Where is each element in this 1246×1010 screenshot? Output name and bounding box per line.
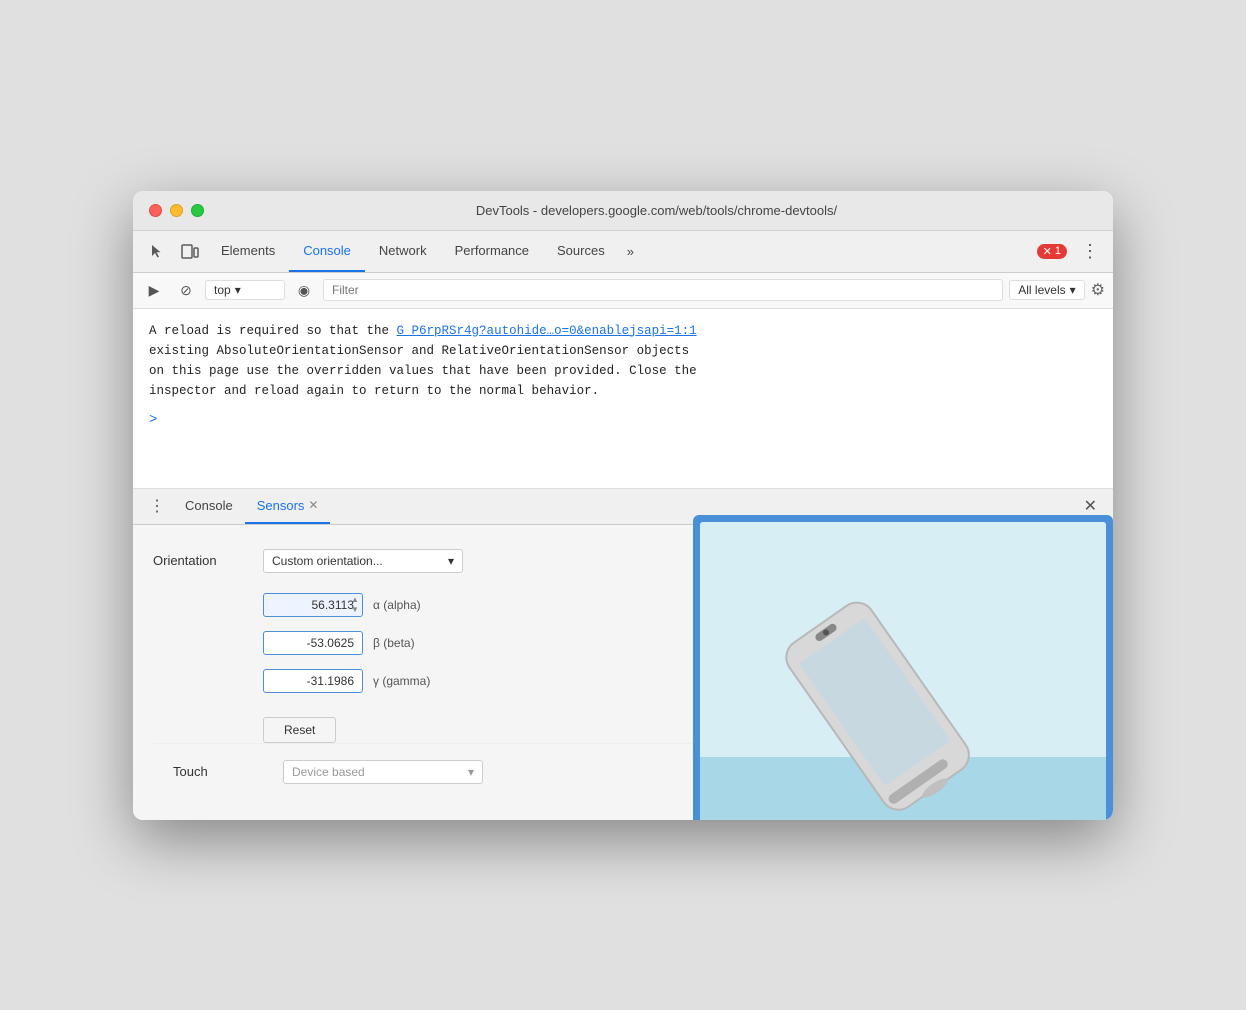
tab-network[interactable]: Network <box>365 231 441 272</box>
drawer-tab-sensors[interactable]: Sensors ✕ <box>245 489 331 524</box>
console-output: A reload is required so that the G_P6rpR… <box>133 309 1113 489</box>
filter-input[interactable] <box>323 279 1003 301</box>
play-button[interactable]: ▶ <box>141 277 167 303</box>
maximize-button[interactable] <box>191 204 204 217</box>
devtools-menu-icon[interactable]: ⋮ <box>1075 241 1105 262</box>
device-visualization <box>700 522 1106 820</box>
gamma-input-wrapper <box>263 669 363 693</box>
touch-dropdown-arrow: ▾ <box>468 765 474 779</box>
sensors-panel: Orientation Custom orientation... ▾ ▲ <box>133 525 1113 820</box>
drawer: ⋮ Console Sensors ✕ ✕ Orientation Custom… <box>133 489 1113 820</box>
tab-sources[interactable]: Sources <box>543 231 619 272</box>
alpha-step-down[interactable]: ▼ <box>349 605 361 615</box>
drawer-tab-console[interactable]: Console <box>173 489 245 524</box>
tab-bar-right: ✕ 1 ⋮ <box>1037 231 1105 272</box>
touch-select[interactable]: Device based ▾ <box>283 760 483 784</box>
orientation-dropdown-arrow: ▾ <box>448 554 454 568</box>
beta-label: β (beta) <box>373 636 415 650</box>
console-prompt[interactable]: > <box>149 409 1097 431</box>
context-dropdown-arrow: ▾ <box>235 283 241 297</box>
beta-input[interactable] <box>263 631 363 655</box>
console-toolbar: ▶ ⊘ top ▾ ◉ All levels ▾ ⚙ <box>133 273 1113 309</box>
reset-button[interactable]: Reset <box>263 717 336 743</box>
devtools-window: DevTools - developers.google.com/web/too… <box>133 191 1113 820</box>
touch-label: Touch <box>173 764 283 779</box>
gamma-label: γ (gamma) <box>373 674 430 688</box>
beta-input-wrapper <box>263 631 363 655</box>
alpha-input[interactable] <box>263 593 363 617</box>
context-select[interactable]: top ▾ <box>205 280 285 300</box>
alpha-step-up[interactable]: ▲ <box>349 595 361 605</box>
block-button[interactable]: ⊘ <box>173 277 199 303</box>
device-visualization-wrapper <box>693 515 1113 820</box>
settings-icon[interactable]: ⚙ <box>1091 280 1105 300</box>
tab-elements[interactable]: Elements <box>207 231 289 272</box>
levels-dropdown-arrow: ▾ <box>1070 283 1076 297</box>
console-message: A reload is required so that the G_P6rpR… <box>149 321 1097 401</box>
titlebar: DevTools - developers.google.com/web/too… <box>133 191 1113 231</box>
error-x-icon: ✕ <box>1043 245 1052 258</box>
window-title: DevTools - developers.google.com/web/too… <box>216 203 1097 218</box>
traffic-lights <box>149 204 204 217</box>
eye-button[interactable]: ◉ <box>291 277 317 303</box>
drawer-close-button[interactable]: ✕ <box>1076 496 1105 516</box>
gamma-input[interactable] <box>263 669 363 693</box>
drawer-more-icon[interactable]: ⋮ <box>141 496 173 516</box>
minimize-button[interactable] <box>170 204 183 217</box>
alpha-label: α (alpha) <box>373 598 421 612</box>
sensors-tab-close[interactable]: ✕ <box>308 498 318 512</box>
devtools-tab-bar: Elements Console Network Performance Sou… <box>133 231 1113 273</box>
device-toggle-icon[interactable] <box>173 231 207 272</box>
tab-performance[interactable]: Performance <box>441 231 543 272</box>
levels-select[interactable]: All levels ▾ <box>1009 280 1084 300</box>
orientation-select[interactable]: Custom orientation... ▾ <box>263 549 463 573</box>
cursor-icon[interactable] <box>141 231 173 272</box>
close-button[interactable] <box>149 204 162 217</box>
orientation-label: Orientation <box>153 553 263 568</box>
alpha-stepper: ▲ ▼ <box>349 593 361 617</box>
tab-console[interactable]: Console <box>289 231 365 272</box>
error-badge[interactable]: ✕ 1 <box>1037 244 1067 259</box>
console-link[interactable]: G_P6rpRSr4g?autohide…o=0&enablejsapi=1:1 <box>397 324 697 338</box>
more-tabs-button[interactable]: » <box>619 231 642 272</box>
alpha-input-wrapper: ▲ ▼ <box>263 593 363 617</box>
